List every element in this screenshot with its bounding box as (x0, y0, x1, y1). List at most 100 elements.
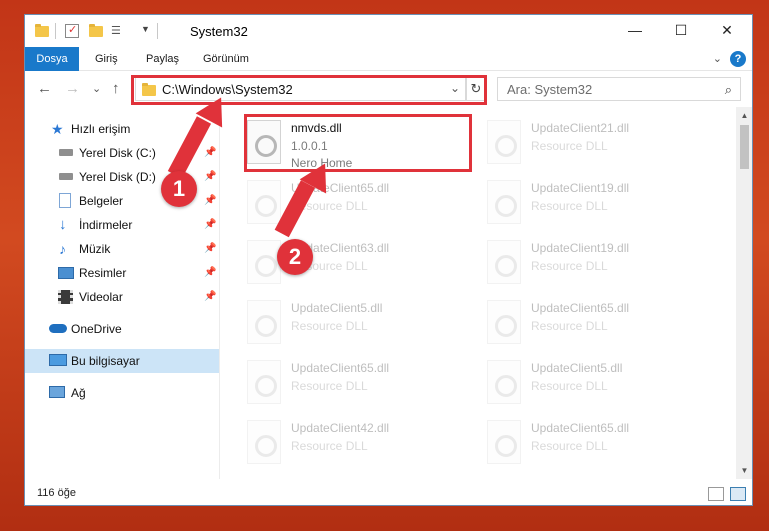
sidebar-item-pictures[interactable]: Resimler 📌 (25, 261, 219, 285)
sidebar-item-music[interactable]: ♪ Müzik 📌 (25, 237, 219, 261)
chevron-down-icon[interactable]: ▼ (141, 24, 155, 38)
tab-share[interactable]: Paylaş (138, 47, 187, 71)
sidebar-item-videos[interactable]: Videolar 📌 (25, 285, 219, 309)
properties-icon[interactable]: ✓ (65, 24, 79, 38)
list-item[interactable]: UpdateClient65.dll Resource DLL (243, 357, 479, 413)
sidebar-item-label: Bu bilgisayar (71, 354, 140, 368)
chevron-up-icon[interactable]: ▲ (736, 111, 752, 120)
file-description: Resource DLL (531, 199, 608, 213)
file-name: UpdateClient65.dll (531, 421, 630, 435)
recent-locations-button[interactable]: ⌄ (92, 82, 101, 95)
pin-icon[interactable]: 📌 (204, 243, 216, 254)
back-button[interactable]: ← (37, 80, 52, 97)
file-description: Resource DLL (531, 319, 608, 333)
sidebar-item-label: Hızlı erişim (71, 122, 131, 136)
toolbar-separator (157, 23, 158, 39)
new-folder-icon[interactable] (89, 24, 103, 38)
drive-icon (59, 173, 73, 180)
file-description: Resource DLL (531, 259, 608, 273)
list-item[interactable]: UpdateClient5.dll Resource DLL (483, 357, 719, 413)
step-2-badge: 2 (277, 239, 313, 275)
sidebar-item-network[interactable]: Ağ (25, 381, 219, 405)
pin-icon[interactable]: 📌 (204, 171, 216, 182)
chevron-down-icon[interactable]: ▼ (736, 466, 752, 475)
scrollbar-thumb[interactable] (740, 125, 749, 169)
dll-file-icon (247, 420, 281, 464)
list-item[interactable]: UpdateClient19.dll Resource DLL (483, 237, 719, 293)
file-explorer-window: ✓ ☰ ▼ System32 — ☐ ✕ Dosya Giriş Paylaş … (24, 14, 753, 506)
sidebar-item-onedrive[interactable]: OneDrive (25, 317, 219, 341)
file-description: Resource DLL (291, 319, 368, 333)
file-description: Resource DLL (291, 439, 368, 453)
pin-icon[interactable]: 📌 (204, 195, 216, 206)
dll-file-icon (487, 120, 521, 164)
pin-icon[interactable]: 📌 (204, 219, 216, 230)
tab-view[interactable]: Görünüm (195, 47, 257, 71)
list-item[interactable]: UpdateClient65.dll Resource DLL (483, 417, 719, 473)
pin-icon[interactable]: 📌 (204, 147, 216, 158)
file-highlight-box (244, 114, 472, 172)
pane-divider (219, 107, 220, 479)
dll-file-icon (487, 300, 521, 344)
help-icon[interactable]: ? (730, 51, 746, 67)
file-description: Resource DLL (531, 439, 608, 453)
list-item[interactable]: UpdateClient5.dll Resource DLL (243, 297, 479, 353)
cloud-icon (49, 324, 67, 333)
search-box[interactable]: Ara: System32 ⌕ (497, 77, 741, 101)
folder-icon (35, 24, 49, 38)
pin-icon[interactable]: 📌 (204, 291, 216, 302)
search-icon[interactable]: ⌕ (725, 82, 732, 98)
search-input[interactable]: Ara: System32 (507, 82, 592, 97)
dll-file-icon (247, 300, 281, 344)
step-1-badge: 1 (161, 171, 197, 207)
file-description: Resource DLL (291, 379, 368, 393)
pictures-icon (58, 267, 74, 279)
details-view-icon[interactable] (708, 487, 724, 501)
list-item[interactable]: UpdateClient42.dll Resource DLL (243, 417, 479, 473)
file-name: UpdateClient65.dll (531, 301, 630, 315)
star-icon: ★ (51, 121, 64, 137)
sidebar-item-label: Yerel Disk (D:) (79, 170, 156, 184)
list-item[interactable]: UpdateClient19.dll Resource DLL (483, 177, 719, 233)
sidebar-item-label: Videolar (79, 290, 123, 304)
sidebar-item-label: Yerel Disk (C:) (79, 146, 156, 160)
customize-toolbar-icon[interactable]: ☰ (111, 24, 125, 38)
minimize-button[interactable]: — (612, 15, 658, 46)
network-icon (49, 386, 65, 398)
close-button[interactable]: ✕ (704, 15, 750, 46)
window-title: System32 (190, 24, 248, 39)
list-item[interactable]: UpdateClient21.dll Resource DLL (483, 117, 719, 173)
dll-file-icon (247, 180, 281, 224)
item-count: 116 öğe (37, 487, 76, 499)
file-name: UpdateClient5.dll (291, 301, 383, 315)
sidebar-item-label: Müzik (79, 242, 111, 256)
sidebar-item-this-pc[interactable]: Bu bilgisayar (25, 349, 219, 373)
file-description: Resource DLL (531, 379, 608, 393)
file-name: UpdateClient42.dll (291, 421, 390, 435)
pin-icon[interactable]: 📌 (204, 267, 216, 278)
computer-icon (49, 354, 67, 366)
music-icon: ♪ (59, 241, 66, 257)
tiles-view-icon[interactable] (730, 487, 746, 501)
file-name: UpdateClient65.dll (291, 361, 390, 375)
chevron-down-icon[interactable]: ⌄ (713, 52, 722, 65)
toolbar-separator (55, 23, 56, 39)
sidebar-item-label: Resimler (79, 266, 127, 280)
title-bar: ✓ ☰ ▼ System32 — ☐ ✕ (25, 15, 752, 47)
dll-file-icon (487, 360, 521, 404)
documents-icon (59, 193, 71, 208)
vertical-scrollbar[interactable]: ▲ ▼ (736, 107, 752, 479)
sidebar-item-label: Belgeler (79, 194, 124, 208)
tab-file[interactable]: Dosya (25, 47, 79, 71)
forward-button[interactable]: → (65, 80, 80, 97)
sidebar-item-label: OneDrive (71, 322, 122, 336)
status-bar: 116 öğe (25, 481, 752, 505)
sidebar-item-label: Ağ (71, 386, 86, 400)
maximize-button[interactable]: ☐ (658, 15, 704, 46)
dll-file-icon (247, 240, 281, 284)
tab-home[interactable]: Giriş (87, 47, 126, 71)
up-button[interactable]: ↑ (112, 80, 120, 97)
sidebar-item-downloads[interactable]: ↓ İndirmeler 📌 (25, 213, 219, 237)
list-item[interactable]: UpdateClient65.dll Resource DLL (483, 297, 719, 353)
file-name: UpdateClient21.dll (531, 121, 630, 135)
